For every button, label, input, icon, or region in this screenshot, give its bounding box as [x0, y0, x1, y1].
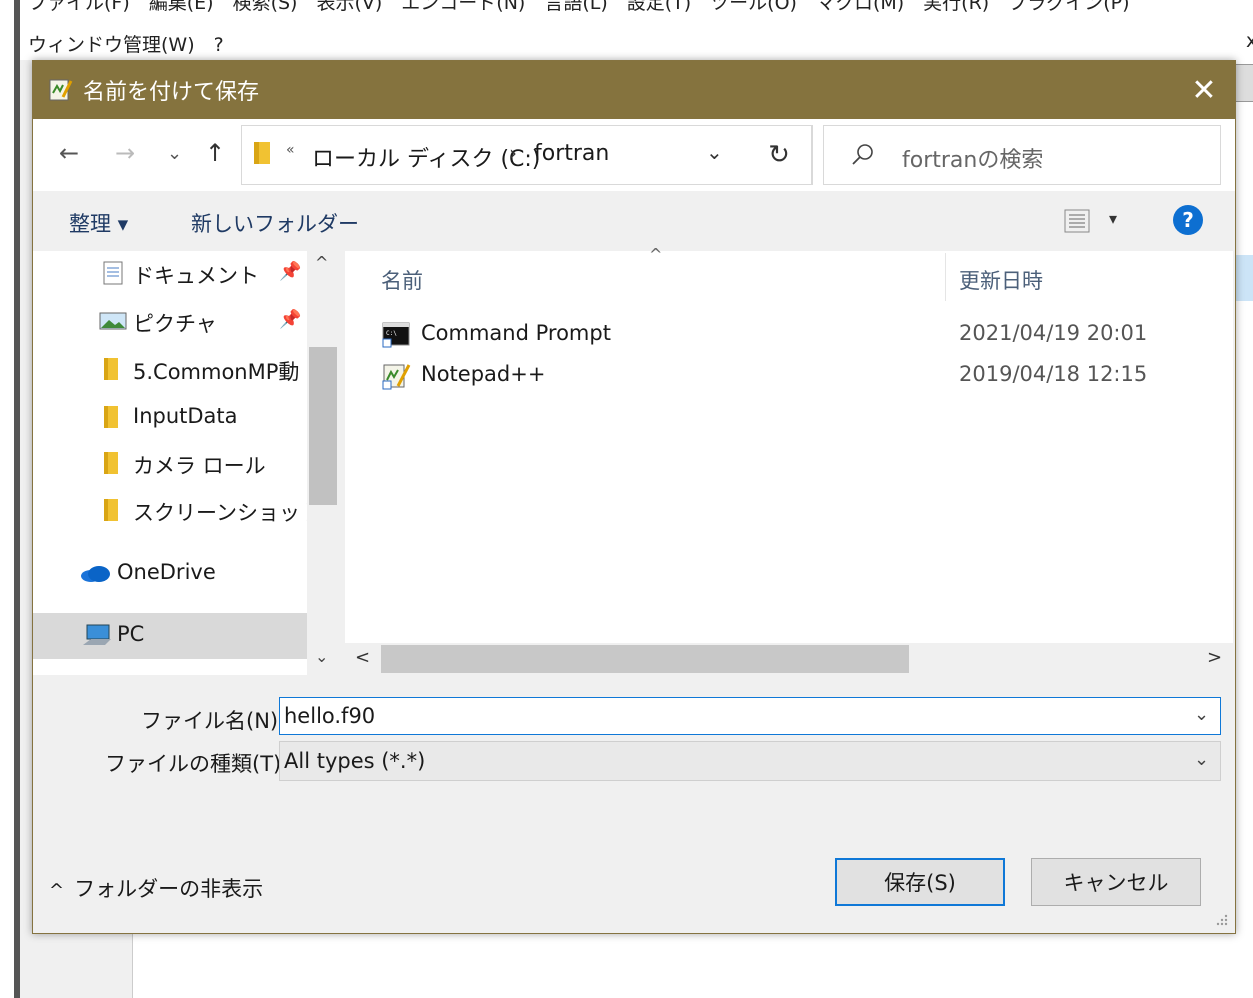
file-list-horizontal-scrollbar[interactable]: < >	[345, 643, 1233, 675]
nav-item-label: PC	[117, 622, 145, 646]
breadcrumb-drive[interactable]: ローカル ディスク (C:)	[312, 141, 540, 173]
address-bar[interactable]: « ローカル ディスク (C:) › fortran ⌄	[241, 125, 813, 185]
new-folder-button[interactable]: 新しいフォルダー	[191, 208, 359, 238]
background-selection	[1234, 255, 1253, 301]
column-header-name[interactable]: 名前	[381, 265, 423, 295]
folder-icon	[254, 142, 270, 164]
background-tab	[1234, 64, 1253, 102]
up-arrow-icon[interactable]: ↑	[205, 139, 225, 167]
command-toolbar: 整理 ▾ 新しいフォルダー ▾ ?	[33, 191, 1235, 251]
breadcrumb-folder[interactable]: fortran	[534, 141, 609, 166]
refresh-icon[interactable]: ↻	[747, 125, 812, 185]
search-placeholder: fortranの検索	[902, 148, 1044, 173]
folder-icon	[104, 358, 118, 380]
scroll-down-icon[interactable]: ⌄	[315, 647, 328, 666]
address-overflow-icon[interactable]: «	[286, 142, 295, 158]
folder-icon	[104, 499, 118, 521]
organize-button[interactable]: 整理 ▾	[69, 208, 128, 238]
svg-text:C:\: C:\	[386, 330, 397, 337]
notepadpp-icon	[382, 364, 411, 390]
nav-item-label: InputData	[133, 404, 238, 428]
view-list-icon	[1064, 209, 1090, 233]
nav-item-onedrive[interactable]: OneDrive	[33, 551, 307, 597]
background-menubar: ファイル(F) 編集(E) 検索(S) 表示(V) エンコード(N) 言語(L)…	[0, 0, 1253, 60]
background-menu-row-1: ファイル(F) 編集(E) 検索(S) 表示(V) エンコード(N) 言語(L)…	[28, 0, 1130, 14]
navigation-pane-scrollbar[interactable]: ^ ⌄	[307, 251, 339, 675]
sort-indicator-icon: ^	[649, 245, 663, 264]
help-icon[interactable]: ?	[1173, 205, 1203, 235]
folder-icon	[104, 452, 118, 474]
nav-item-label: 5.CommonMP動	[133, 360, 300, 384]
filetype-dropdown-icon[interactable]: ⌄	[1194, 749, 1209, 770]
nav-item-pc[interactable]: PC	[33, 613, 307, 659]
breadcrumb-separator-icon[interactable]: ›	[509, 141, 517, 165]
pin-icon: 📌	[279, 309, 302, 330]
file-name: Notepad++	[421, 362, 546, 386]
pin-icon: 📌	[279, 261, 302, 282]
file-row[interactable]: C:\ Command Prompt 2021/04/19 20:01	[345, 315, 1233, 355]
notepadpp-app-icon	[49, 79, 73, 101]
nav-item-label: ドキュメント	[133, 264, 259, 288]
scroll-right-icon[interactable]: >	[1207, 647, 1222, 668]
filename-value[interactable]: hello.f90	[284, 704, 375, 728]
file-date: 2021/04/19 20:01	[959, 321, 1148, 345]
close-icon[interactable]: ✕	[1173, 61, 1235, 119]
hide-folders-label: フォルダーの非表示	[74, 877, 264, 901]
onedrive-icon	[81, 566, 110, 582]
hide-folders-toggle[interactable]: ^ フォルダーの非表示	[49, 873, 263, 903]
dialog-title: 名前を付けて保存	[83, 80, 260, 105]
address-dropdown-icon[interactable]: ⌄	[706, 140, 723, 164]
file-list: ^ 名前 更新日時 C:\ Command Prompt 2021/04/19 …	[345, 245, 1233, 675]
filetype-value: All types (*.*)	[284, 749, 426, 773]
command-prompt-icon: C:\	[382, 322, 410, 348]
scroll-thumb[interactable]	[309, 347, 337, 505]
nav-item-documents[interactable]: ドキュメント 📌	[33, 251, 307, 297]
nav-item-folder-inputdata[interactable]: InputData	[33, 395, 307, 441]
file-date: 2019/04/18 12:15	[959, 362, 1148, 386]
resize-grip-icon[interactable]	[1213, 911, 1229, 927]
nav-item-folder-camera-roll[interactable]: カメラ ロール	[33, 441, 307, 487]
view-options-button[interactable]: ▾	[1063, 207, 1123, 235]
filename-label: ファイル名(N):	[141, 709, 286, 733]
search-input[interactable]: fortranの検索	[823, 125, 1221, 185]
view-dropdown-icon: ▾	[1109, 209, 1118, 228]
column-divider[interactable]	[945, 253, 946, 301]
filename-input[interactable]: hello.f90 ⌄	[279, 697, 1221, 735]
dialog-titlebar[interactable]: 名前を付けて保存 ✕	[33, 61, 1235, 119]
nav-item-folder-commonmp[interactable]: 5.CommonMP動	[33, 347, 307, 393]
scroll-left-icon[interactable]: <	[355, 647, 370, 668]
scroll-up-icon[interactable]: ^	[315, 253, 328, 272]
folder-icon	[104, 406, 118, 428]
background-menu-row-2[interactable]: ウィンドウ管理(W) ?	[28, 30, 224, 57]
pc-icon	[83, 624, 111, 645]
filetype-label: ファイルの種類(T):	[105, 752, 289, 776]
back-arrow-icon[interactable]: ←	[59, 139, 79, 167]
file-name: Command Prompt	[421, 321, 611, 345]
filetype-select[interactable]: All types (*.*) ⌄	[279, 741, 1221, 781]
nav-item-folder-screenshots[interactable]: スクリーンショット	[33, 488, 321, 534]
cancel-button[interactable]: キャンセル	[1031, 858, 1201, 906]
nav-item-label: OneDrive	[117, 560, 216, 584]
save-button[interactable]: 保存(S)	[835, 858, 1005, 906]
nav-item-label: ピクチャ	[133, 312, 217, 336]
forward-arrow-icon[interactable]: →	[115, 139, 135, 167]
column-header-date-modified[interactable]: 更新日時	[959, 265, 1043, 295]
nav-item-label: カメラ ロール	[133, 454, 266, 478]
chevron-up-icon: ^	[49, 880, 65, 901]
search-icon	[852, 144, 873, 165]
recent-locations-icon[interactable]: ⌄	[167, 143, 182, 164]
scroll-thumb[interactable]	[381, 645, 909, 673]
background-close-icon[interactable]: x	[1246, 30, 1253, 52]
nav-item-pictures[interactable]: ピクチャ 📌	[33, 299, 307, 345]
save-as-dialog: 名前を付けて保存 ✕ ← → ⌄ ↑ « ローカル ディスク (C:) › fo…	[32, 60, 1236, 934]
nav-item-label: スクリーンショット	[133, 501, 321, 525]
file-row[interactable]: Notepad++ 2019/04/18 12:15	[345, 356, 1233, 396]
pictures-icon	[99, 312, 127, 330]
documents-icon	[103, 261, 123, 285]
filename-dropdown-icon[interactable]: ⌄	[1194, 704, 1209, 725]
navigation-pane: ドキュメント 📌 ピクチャ 📌 5.CommonMP動 InputData カメ…	[33, 251, 321, 675]
